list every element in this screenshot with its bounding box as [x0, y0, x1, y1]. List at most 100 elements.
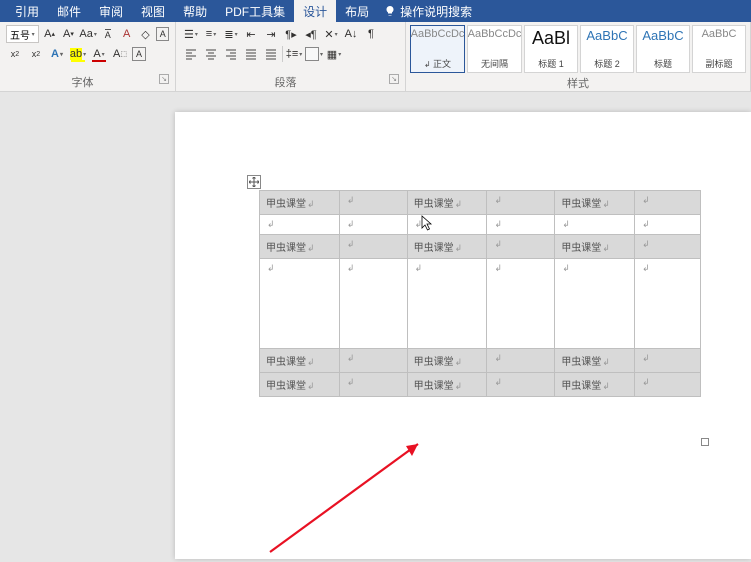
menu-审阅[interactable]: 审阅 — [90, 0, 132, 22]
word-table[interactable]: 甲虫课堂↲↲甲虫课堂↲↲甲虫课堂↲↲↲↲↲↲↲↲甲虫课堂↲↲甲虫课堂↲↲甲虫课堂… — [259, 190, 701, 397]
table-cell[interactable]: ↲ — [339, 235, 407, 259]
style-标题 2[interactable]: AaBbC标题 2 — [580, 25, 634, 73]
table-cell[interactable]: ↲ — [407, 215, 487, 235]
menu-邮件[interactable]: 邮件 — [48, 0, 90, 22]
table-cell[interactable]: 甲虫课堂↲ — [555, 373, 635, 397]
highlight-button[interactable]: ab▾ — [69, 45, 87, 63]
table-cell[interactable]: ↲ — [339, 373, 407, 397]
menu-引用[interactable]: 引用 — [6, 0, 48, 22]
table-cell[interactable]: ↲ — [339, 215, 407, 235]
align-center-button[interactable] — [202, 45, 220, 63]
table-cell[interactable]: ↲ — [635, 259, 701, 349]
font-dialog-launcher[interactable]: ↘ — [159, 74, 169, 84]
decrease-indent-button[interactable]: ⇤ — [242, 25, 260, 43]
align-justify-button[interactable] — [242, 45, 260, 63]
table-row[interactable]: ↲↲↲↲↲↲ — [260, 215, 701, 235]
table-cell[interactable]: ↲ — [487, 349, 555, 373]
table-cell[interactable]: ↲ — [339, 349, 407, 373]
style-副标题[interactable]: AaBbC副标题 — [692, 25, 746, 73]
table-cell[interactable]: ↲ — [339, 191, 407, 215]
asian-layout-button[interactable]: ✕▾ — [322, 25, 340, 43]
table-cell[interactable]: 甲虫课堂↲ — [407, 349, 487, 373]
table-cell[interactable]: ↲ — [635, 373, 701, 397]
enclose-char-button[interactable]: ◇ — [138, 25, 154, 43]
table-cell[interactable]: ↲ — [339, 259, 407, 349]
document-workspace[interactable]: 甲虫课堂↲↲甲虫课堂↲↲甲虫课堂↲↲↲↲↲↲↲↲甲虫课堂↲↲甲虫课堂↲↲甲虫课堂… — [0, 92, 751, 559]
increase-indent-button[interactable]: ⇥ — [262, 25, 280, 43]
table-cell[interactable]: ↲ — [260, 215, 340, 235]
table-cell[interactable]: 甲虫课堂↲ — [260, 349, 340, 373]
table-cell[interactable]: 甲虫课堂↲ — [260, 191, 340, 215]
align-left-button[interactable] — [182, 45, 200, 63]
superscript-button[interactable]: x2 — [27, 45, 45, 63]
line-spacing-button[interactable]: ‡≡▾ — [285, 45, 303, 63]
table-cell[interactable]: ↲ — [407, 259, 487, 349]
table-cell[interactable]: 甲虫课堂↲ — [407, 235, 487, 259]
table-cell[interactable]: ↲ — [635, 235, 701, 259]
style-标题[interactable]: AaBbC标题 — [636, 25, 690, 73]
table-row[interactable]: ↲↲↲↲↲↲ — [260, 259, 701, 349]
move-icon — [249, 177, 259, 187]
tell-me-search[interactable]: 操作说明搜索 — [384, 3, 472, 20]
menu-布局[interactable]: 布局 — [336, 0, 378, 22]
table-cell[interactable]: ↲ — [555, 259, 635, 349]
table-cell[interactable]: ↲ — [487, 215, 555, 235]
sort-button[interactable]: A↓ — [342, 25, 360, 43]
table-cell[interactable]: ↲ — [555, 215, 635, 235]
rtl-button[interactable]: ◂¶ — [302, 25, 320, 43]
table-cell[interactable]: 甲虫课堂↲ — [555, 191, 635, 215]
style-无间隔[interactable]: AaBbCcDc无间隔 — [467, 25, 522, 73]
table-cell[interactable]: ↲ — [260, 259, 340, 349]
table-cell[interactable]: 甲虫课堂↲ — [260, 235, 340, 259]
table-cell[interactable]: ↲ — [635, 191, 701, 215]
font-color-button[interactable]: A▾ — [90, 45, 108, 63]
paragraph-group-label: 段落 ↘ — [182, 72, 399, 90]
multilevel-list-button[interactable]: ≣▾ — [222, 25, 240, 43]
subscript-button[interactable]: x2 — [6, 45, 24, 63]
show-marks-button[interactable]: ¶ — [362, 25, 380, 43]
paragraph-dialog-launcher[interactable]: ↘ — [389, 74, 399, 84]
bullets-button[interactable]: ☰▾ — [182, 25, 200, 43]
table-row[interactable]: 甲虫课堂↲↲甲虫课堂↲↲甲虫课堂↲↲ — [260, 235, 701, 259]
table-cell[interactable]: ↲ — [635, 215, 701, 235]
table-cell[interactable]: ↲ — [487, 373, 555, 397]
table-move-handle[interactable] — [247, 175, 261, 189]
clear-formatting-button[interactable]: A — [119, 25, 135, 43]
document-page[interactable]: 甲虫课堂↲↲甲虫课堂↲↲甲虫课堂↲↲↲↲↲↲↲↲甲虫课堂↲↲甲虫课堂↲↲甲虫课堂… — [175, 112, 751, 559]
font-button[interactable]: A — [132, 47, 146, 61]
table-resize-handle[interactable] — [701, 438, 709, 446]
paragraph-group: ☰▾ ≡▾ ≣▾ ⇤ ⇥ ¶▸ ◂¶ ✕▾ A↓ ¶ — [176, 22, 406, 91]
table-cell[interactable]: ↲ — [487, 259, 555, 349]
table-row[interactable]: 甲虫课堂↲↲甲虫课堂↲↲甲虫课堂↲↲ — [260, 349, 701, 373]
menu-设计[interactable]: 设计 — [294, 0, 336, 22]
grow-font-button[interactable]: A▴ — [42, 25, 58, 43]
ltr-button[interactable]: ¶▸ — [282, 25, 300, 43]
table-cell[interactable]: ↲ — [487, 191, 555, 215]
borders-button[interactable]: ▦▾ — [325, 45, 343, 63]
table-cell[interactable]: 甲虫课堂↲ — [407, 373, 487, 397]
menu-PDF工具集[interactable]: PDF工具集 — [216, 0, 294, 22]
numbering-button[interactable]: ≡▾ — [202, 25, 220, 43]
shading-button[interactable]: ▾ — [305, 45, 323, 63]
table-cell[interactable]: 甲虫课堂↲ — [555, 235, 635, 259]
style-标题 1[interactable]: AaBl标题 1 — [524, 25, 578, 73]
table-row[interactable]: 甲虫课堂↲↲甲虫课堂↲↲甲虫课堂↲↲ — [260, 191, 701, 215]
distributed-button[interactable] — [262, 45, 280, 63]
shrink-font-button[interactable]: A▾ — [61, 25, 77, 43]
text-effects-button[interactable]: A▾ — [48, 45, 66, 63]
change-case-button[interactable]: Aa▾ — [79, 25, 96, 43]
table-row[interactable]: 甲虫课堂↲↲甲虫课堂↲↲甲虫课堂↲↲ — [260, 373, 701, 397]
menu-视图[interactable]: 视图 — [132, 0, 174, 22]
table-cell[interactable]: 甲虫课堂↲ — [260, 373, 340, 397]
table-cell[interactable]: 甲虫课堂↲ — [555, 349, 635, 373]
style-正文[interactable]: AaBbCcDc↲ 正文 — [410, 25, 465, 73]
menu-帮助[interactable]: 帮助 — [174, 0, 216, 22]
table-cell[interactable]: 甲虫课堂↲ — [407, 191, 487, 215]
table-cell[interactable]: ↲ — [487, 235, 555, 259]
font-size-combo[interactable]: 五号▾ — [6, 25, 39, 43]
char-shading-button[interactable]: A⬚ — [111, 45, 129, 63]
char-border-button[interactable]: A — [156, 27, 169, 41]
phonetic-guide-button[interactable]: A — [100, 25, 116, 43]
table-cell[interactable]: ↲ — [635, 349, 701, 373]
align-right-button[interactable] — [222, 45, 240, 63]
